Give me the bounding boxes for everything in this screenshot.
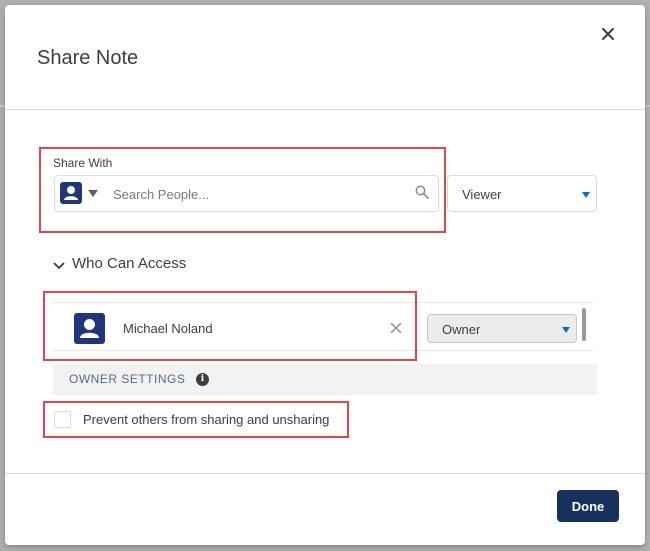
access-role-select[interactable]: Owner (427, 314, 577, 343)
modal-header: Share Note (5, 5, 645, 110)
close-icon[interactable] (597, 23, 619, 45)
share-note-modal: Share Note Share With Viewer (5, 5, 645, 545)
chevron-down-icon (53, 258, 65, 276)
row-divider (53, 302, 593, 303)
owner-settings-label: OWNER SETTINGS (69, 372, 186, 386)
who-can-access-label: Who Can Access (72, 255, 187, 272)
owner-settings-header: OWNER SETTINGS i (53, 364, 597, 395)
remove-user-icon[interactable] (390, 321, 402, 339)
row-divider (53, 350, 593, 351)
info-icon[interactable]: i (196, 373, 209, 386)
backdrop-line (645, 105, 650, 107)
search-people-input[interactable] (111, 182, 405, 206)
dropdown-caret-icon (562, 327, 570, 333)
prevent-sharing-checkbox[interactable] (54, 411, 71, 428)
footer-divider (5, 473, 645, 474)
permission-select[interactable]: Viewer (447, 175, 597, 212)
access-user-name: Michael Noland (123, 321, 213, 336)
scrollbar[interactable] (582, 308, 586, 341)
permission-value: Viewer (462, 187, 502, 202)
user-icon[interactable] (60, 182, 82, 204)
dropdown-caret-icon (582, 192, 590, 198)
modal-title: Share Note (37, 47, 139, 69)
chevron-down-icon[interactable] (88, 190, 98, 197)
user-avatar-icon (74, 313, 105, 344)
done-button[interactable]: Done (557, 490, 619, 522)
people-lookup (54, 175, 439, 212)
search-icon (415, 185, 429, 204)
share-with-label: Share With (53, 156, 113, 170)
access-role-value: Owner (442, 322, 481, 337)
prevent-sharing-label: Prevent others from sharing and unsharin… (83, 412, 330, 427)
